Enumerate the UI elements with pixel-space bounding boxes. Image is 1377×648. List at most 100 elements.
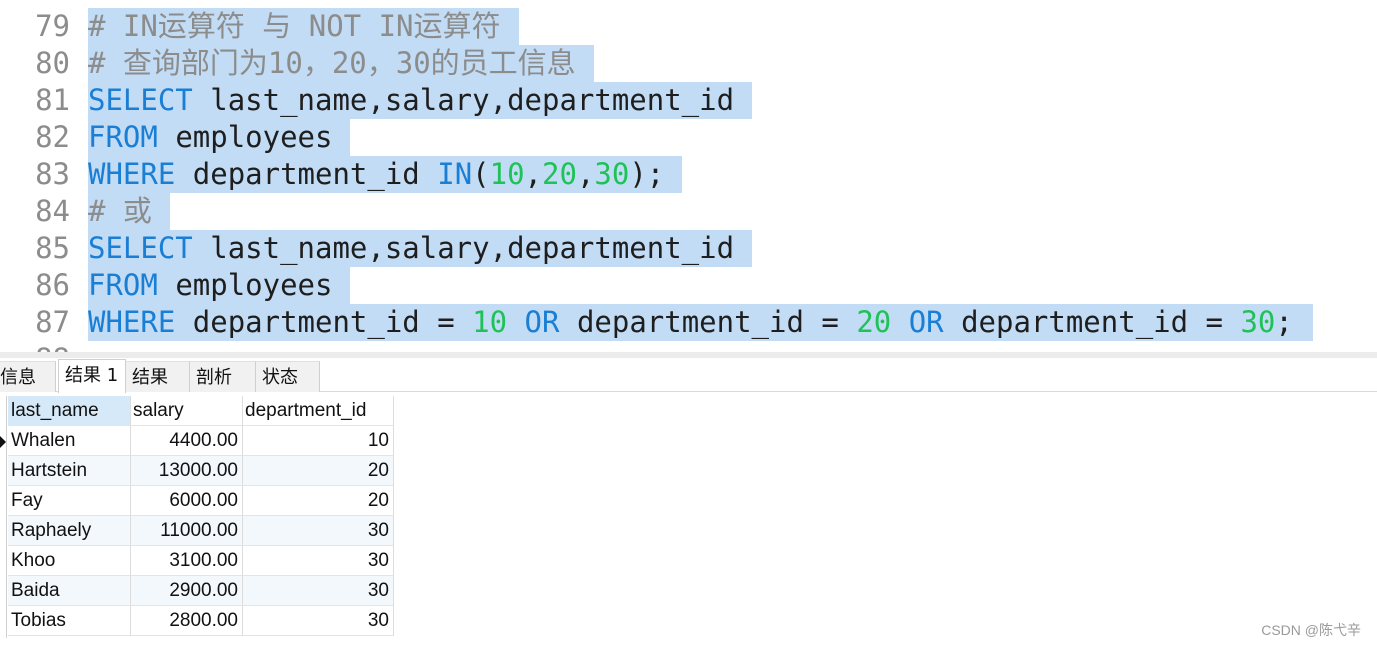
sql-token: department_id [961,305,1189,339]
sql-token: department_id [192,305,420,339]
table-cell-department-id[interactable]: 30 [243,606,394,636]
sql-number: 20 [856,305,892,339]
tab-result-2[interactable]: 结果 2 [126,361,190,419]
column-header-last-name[interactable]: last_name [8,396,131,426]
tab-info[interactable]: 信息 [0,361,56,392]
sql-token: salary [384,231,490,265]
sql-keyword: OR [908,305,944,339]
table-cell-department-id[interactable]: 30 [243,576,394,606]
sql-token: department_id [192,157,420,191]
tab-result-1[interactable]: 结果 1 [58,359,126,393]
code-line-88-partial: 88 [0,341,1377,352]
code-line-80[interactable]: 80 # 查询部门为10，20，30的员工信息 [0,45,1377,82]
sql-keyword: WHERE [88,305,176,339]
table-cell-department-id[interactable]: 20 [243,486,394,516]
sql-token: last_name [210,231,368,265]
table-cell-department-id[interactable]: 10 [243,426,394,456]
code-text[interactable]: WHERE department_id IN(10,20,30); [88,156,683,193]
column-header-department-id[interactable]: department_id [243,396,394,426]
sql-token: ( [472,157,490,191]
code-text[interactable]: WHERE department_id = 10 OR department_i… [88,304,1313,341]
sql-token: department_id [576,305,804,339]
table-cell-last-name[interactable]: Baida [8,576,131,606]
grid-row-selector-column [6,396,7,638]
tab-profile[interactable]: 剖析 [190,361,256,392]
sql-number: 20 [542,157,577,191]
sql-number: 30 [594,157,630,191]
code-text[interactable]: SELECT last_name,salary,department_id [88,230,753,267]
code-line-81[interactable]: 81 SELECT last_name,salary,department_id [0,82,1377,119]
line-number: 83 [35,157,70,191]
table-cell-salary[interactable]: 13000.00 [131,456,243,486]
line-number: 85 [35,231,70,265]
sql-keyword: FROM [88,120,158,154]
code-line-85[interactable]: 85 SELECT last_name,salary,department_id [0,230,1377,267]
table-cell-last-name[interactable]: Whalen [8,426,131,456]
sql-keyword: SELECT [88,231,193,265]
sql-token: , [489,83,508,117]
code-text[interactable]: # 查询部门为10，20，30的员工信息 [88,45,594,82]
table-cell-salary[interactable]: 3100.00 [131,546,243,576]
result-grid[interactable]: last_name salary department_id Whalen 44… [0,396,400,638]
table-cell-department-id[interactable]: 20 [243,456,394,486]
table-cell-last-name[interactable]: Hartstein [8,456,131,486]
code-text[interactable]: # 或 [88,193,170,230]
sql-token: , [524,157,543,191]
sql-token: , [576,157,595,191]
line-number: 84 [35,194,70,228]
watermark: CSDN @陈弋辛 [1261,622,1361,638]
table-cell-salary[interactable]: 6000.00 [131,486,243,516]
code-line-82[interactable]: 82 FROM employees [0,119,1377,156]
sql-keyword: OR [524,305,560,339]
code-line-84[interactable]: 84 # 或 [0,193,1377,230]
line-number: 87 [35,305,70,339]
tab-status[interactable]: 状态 [256,361,320,392]
line-number: 81 [35,83,70,117]
sql-keyword: FROM [88,268,158,302]
code-line-86[interactable]: 86 FROM employees [0,267,1377,304]
table-cell-salary[interactable]: 11000.00 [131,516,243,546]
table-cell-salary[interactable]: 4400.00 [131,426,243,456]
sql-number: 10 [489,157,525,191]
sql-number: 30 [1240,305,1276,339]
code-text[interactable]: FROM employees [88,119,351,156]
sql-editor[interactable]: 79 # IN运算符 与 NOT IN运算符 80 # 查询部门为10，20，3… [0,0,1377,352]
table-cell-last-name[interactable]: Fay [8,486,131,516]
sql-token: = [803,305,857,339]
sql-keyword: SELECT [88,83,193,117]
sql-token: = [419,305,473,339]
line-number: 80 [35,46,70,80]
code-line-79[interactable]: 79 # IN运算符 与 NOT IN运算符 [0,8,1377,45]
line-number: 82 [35,120,70,154]
line-number: 88 [0,341,70,352]
code-text[interactable]: # IN运算符 与 NOT IN运算符 [88,8,519,45]
table-cell-salary[interactable]: 2800.00 [131,606,243,636]
sql-token: ); [629,157,665,191]
sql-keyword: WHERE [88,157,176,191]
sql-token: , [489,231,508,265]
code-line-87[interactable]: 87 WHERE department_id = 10 OR departmen… [0,304,1377,341]
code-text[interactable]: SELECT last_name,salary,department_id [88,82,753,119]
column-header-salary[interactable]: salary [131,396,243,426]
table-cell-last-name[interactable]: Khoo [8,546,131,576]
current-row-arrow-icon [0,436,6,448]
code-line-83[interactable]: 83 WHERE department_id IN(10,20,30); [0,156,1377,193]
line-number: 86 [35,268,70,302]
table-cell-department-id[interactable]: 30 [243,516,394,546]
table-cell-department-id[interactable]: 30 [243,546,394,576]
table-cell-salary[interactable]: 2900.00 [131,576,243,606]
table-cell-last-name[interactable]: Tobias [8,606,131,636]
code-text[interactable]: FROM employees [88,267,351,304]
sql-number: 10 [472,305,508,339]
table-cell-last-name[interactable]: Raphaely [8,516,131,546]
sql-token: , [367,231,385,265]
